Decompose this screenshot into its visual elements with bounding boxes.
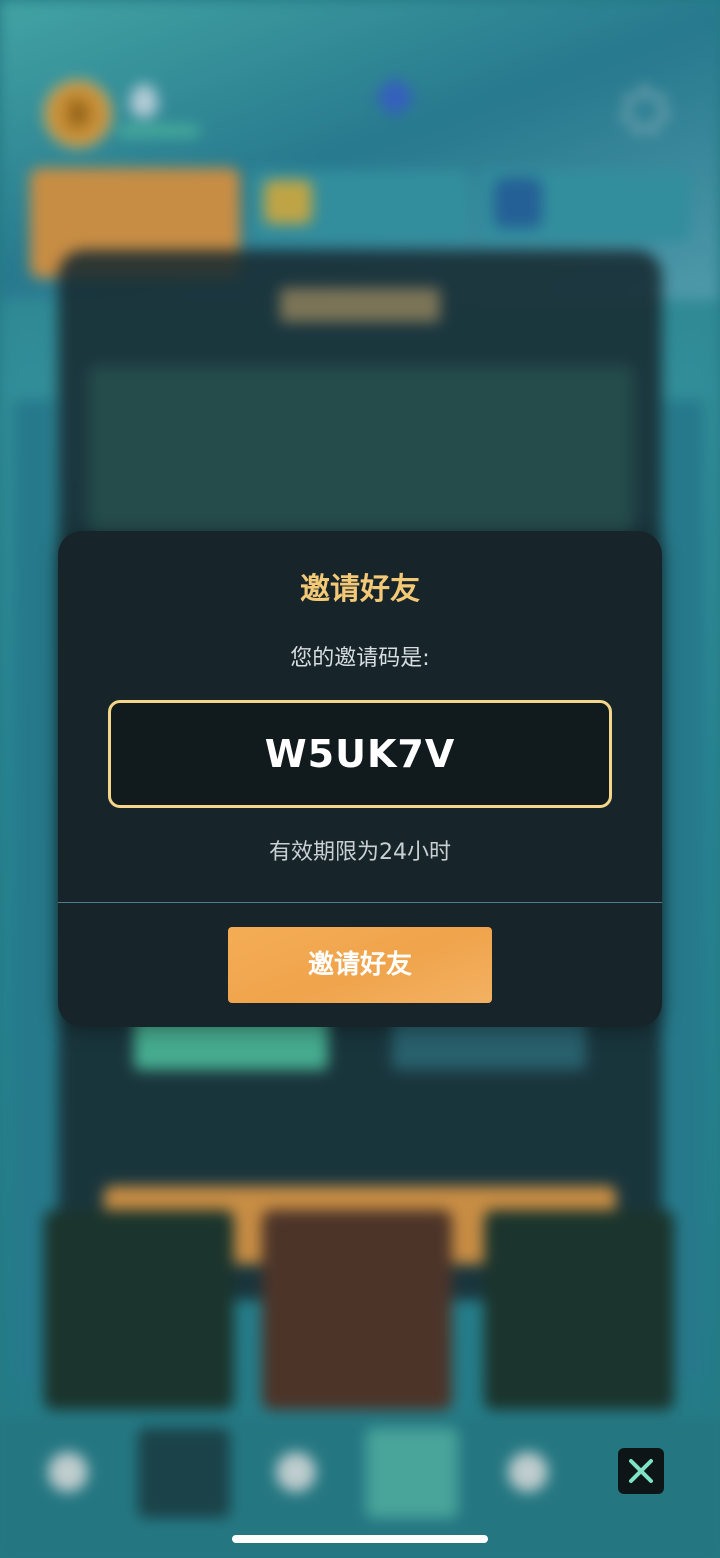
validity-text: 有效期限为24小时 [269, 840, 451, 865]
invite-friend-button[interactable]: 邀请好友 [228, 927, 492, 1003]
dialog-title: 邀请好友 [300, 572, 420, 607]
invite-code: W5UK7V [264, 732, 456, 776]
dialog-divider [58, 902, 662, 903]
invite-code-box[interactable]: W5UK7V [108, 700, 612, 808]
invite-code-prompt: 您的邀请码是: [290, 646, 430, 671]
close-button[interactable] [618, 1448, 664, 1494]
close-icon [629, 1459, 653, 1483]
home-indicator[interactable] [232, 1535, 488, 1543]
